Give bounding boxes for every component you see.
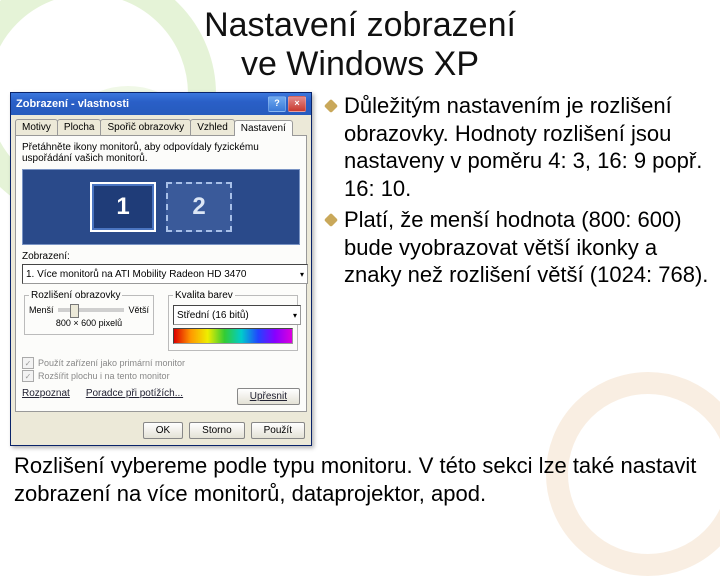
checkbox-primary-label: Použít zařízení jako primární monitor [38,358,185,368]
cancel-button[interactable]: Storno [189,422,244,439]
check-icon: ✓ [22,357,34,369]
bottom-paragraph-text: Rozlišení vybereme podle typu monitoru. … [14,453,696,506]
color-group: Kvalita barev Střední (16 bitů) [168,290,298,351]
advanced-button[interactable]: Upřesnit [237,388,300,405]
tab-themes[interactable]: Motivy [15,119,58,135]
checkbox-extend-label: Rozšířit plochu i na tento monitor [38,371,170,381]
display-label: Zobrazení: [22,251,300,262]
color-dropdown[interactable]: Střední (16 bitů) [173,305,301,325]
color-dropdown-value: Střední (16 bitů) [177,310,249,321]
page-title-text: Nastavení zobrazení ve Windows XP [204,6,516,83]
display-dropdown[interactable]: 1. Více monitorů na ATI Mobility Radeon … [22,264,308,284]
titlebar[interactable]: Zobrazení - vlastnosti ? × [11,93,311,115]
bottom-paragraph: Rozlišení vybereme podle typu monitoru. … [0,452,720,507]
tab-screensaver[interactable]: Spořič obrazovky [100,119,191,135]
dialog-buttons: OK Storno Použít [11,416,311,445]
slider-max-label: Větší [128,305,149,315]
bullet-1: Důležitým nastavením je rozlišení obrazo… [326,92,710,202]
tab-desktop[interactable]: Plocha [57,119,102,135]
monitor-arrangement[interactable]: 1 2 [22,169,300,245]
check-icon: ✓ [22,370,34,382]
ok-button[interactable]: OK [143,422,183,439]
settings-panel: Přetáhněte ikony monitorů, aby odpovídal… [15,135,307,412]
resolution-slider[interactable] [58,308,125,312]
bullet-2: Platí, že menší hodnota (800: 600) bude … [326,206,710,289]
close-button[interactable]: × [288,96,306,112]
bullet-2-text: Platí, že menší hodnota (800: 600) bude … [344,206,710,289]
color-legend: Kvalita barev [173,290,235,301]
checkbox-extend-desktop[interactable]: ✓ Rozšířit plochu i na tento monitor [22,370,300,382]
resolution-legend: Rozlišení obrazovky [29,290,122,301]
window-title: Zobrazení - vlastnosti [16,98,129,110]
help-button[interactable]: ? [268,96,286,112]
display-dropdown-value: 1. Více monitorů na ATI Mobility Radeon … [26,269,246,280]
resolution-group: Rozlišení obrazovky Menší Větší 800 × 60… [24,290,154,335]
color-preview [173,328,293,344]
tab-appearance[interactable]: Vzhled [190,119,235,135]
slider-min-label: Menší [29,305,54,315]
display-properties-window: Zobrazení - vlastnosti ? × Motivy Plocha… [10,92,312,446]
resolution-value: 800 × 600 pixelů [29,318,149,328]
drag-hint: Přetáhněte ikony monitorů, aby odpovídal… [22,142,300,164]
explanatory-text: Důležitým nastavením je rozlišení obrazo… [326,92,710,293]
monitor-1[interactable]: 1 [90,182,156,232]
monitor-2[interactable]: 2 [166,182,232,232]
identify-link[interactable]: Rozpoznat [22,388,70,405]
checkbox-primary-monitor[interactable]: ✓ Použít zařízení jako primární monitor [22,357,300,369]
tab-settings[interactable]: Nastavení [234,120,293,136]
page-title: Nastavení zobrazení ve Windows XP [0,6,720,84]
apply-button[interactable]: Použít [251,422,305,439]
troubleshoot-link[interactable]: Poradce při potížích... [86,388,183,405]
bullet-1-text: Důležitým nastavením je rozlišení obrazo… [344,92,710,202]
tab-strip: Motivy Plocha Spořič obrazovky Vzhled Na… [11,115,311,135]
